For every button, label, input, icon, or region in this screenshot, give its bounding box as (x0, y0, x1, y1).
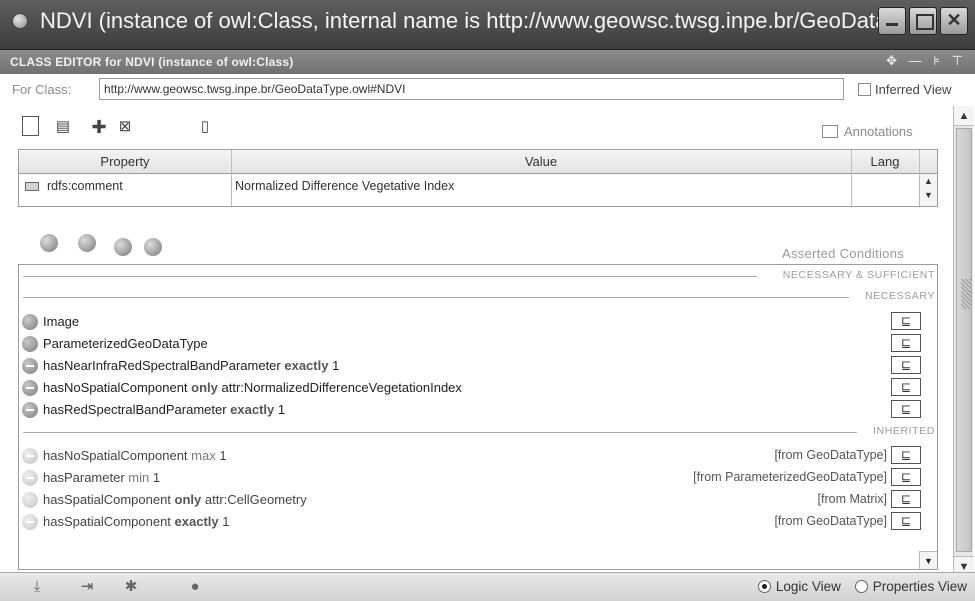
properties-view-option[interactable]: Properties View (854, 579, 967, 594)
inherited-condition-row[interactable]: hasNoSpatialComponent max 1 [from GeoDat… (19, 445, 937, 466)
move-right-icon[interactable]: ⇥ (78, 578, 96, 596)
class-editor-title: CLASS EDITOR for NDVI (instance of owl:C… (10, 55, 294, 69)
annotation-note-icon (822, 125, 838, 138)
close-button[interactable]: ✕ (940, 7, 968, 35)
inherited-from-label: [from Matrix] (817, 492, 887, 506)
restriction-icon (22, 514, 38, 530)
footer-bar: ⤓ ⇥ ✱ ● Logic View Properties View (0, 572, 975, 601)
section-necessary-sufficient[interactable]: NECESSARY & SUFFICIENT (23, 269, 935, 283)
scroll-thumb[interactable] (956, 128, 972, 552)
inherited-from-label: [from ParameterizedGeoDataType] (693, 470, 887, 484)
asserted-conditions-label: Asserted Conditions (782, 246, 905, 261)
restriction-icon (22, 470, 38, 486)
class-icon (22, 336, 38, 352)
inferred-view-checkbox[interactable]: Inferred View (858, 82, 951, 97)
restriction-icon (22, 358, 38, 374)
download-icon[interactable]: ⤓ (28, 578, 46, 596)
section-divider (23, 276, 757, 277)
window-title: NDVI (instance of owl:Class, internal na… (40, 8, 880, 33)
window-titlebar: NDVI (instance of owl:Class, internal na… (0, 0, 975, 50)
property-cell: rdfs:comment (47, 179, 123, 193)
subclass-icon[interactable]: ⊑ (891, 356, 921, 374)
subclass-icon[interactable]: ⊑ (891, 334, 921, 352)
create-expression-icon[interactable] (78, 234, 96, 252)
subclass-icon[interactable]: ⊑ (891, 378, 921, 396)
prettyprint-icon[interactable]: ▯ (194, 116, 216, 138)
remove-class-icon[interactable] (144, 238, 162, 256)
view-selector: Logic View Properties View (757, 579, 967, 594)
subclass-icon[interactable]: ⊑ (891, 400, 921, 418)
restriction-icon (22, 380, 38, 396)
add-named-class-icon[interactable] (114, 238, 132, 256)
section-necessary[interactable]: NECESSARY (23, 290, 935, 304)
subclass-icon[interactable]: ⊑ (891, 312, 921, 330)
inherited-from-label: [from GeoDataType] (774, 514, 887, 528)
table-row[interactable]: rdfs:comment Normalized Difference Veget… (19, 174, 919, 198)
conditions-panel: NECESSARY & SUFFICIENT NECESSARY Image ⊑… (18, 264, 938, 570)
checkbox-icon[interactable] (858, 83, 871, 96)
header-tools-icons[interactable]: ✥ — ⊧ ⊤ (886, 53, 967, 69)
for-class-row: For Class: http://www.geowsc.twsg.inpe.b… (0, 74, 975, 104)
condition-row[interactable]: hasNoSpatialComponent only attr:Normaliz… (19, 377, 937, 398)
create-datatype-annotation-icon[interactable]: ▤ (52, 116, 74, 138)
annotations-label: Annotations (822, 124, 913, 139)
column-header-value[interactable]: Value (231, 154, 851, 169)
info-icon[interactable]: ● (186, 578, 204, 596)
section-divider (23, 297, 849, 298)
value-cell[interactable]: Normalized Difference Vegetative Index (235, 179, 454, 193)
condition-row[interactable]: Image ⊑ (19, 311, 937, 332)
inherited-from-label: [from GeoDataType] (774, 448, 887, 462)
inferred-view-label: Inferred View (875, 82, 952, 97)
restriction-icon (22, 448, 38, 464)
add-annotation-icon[interactable] (22, 116, 39, 136)
condition-row[interactable]: hasNearInfraRedSpectralBandParameter exa… (19, 355, 937, 376)
subclass-icon[interactable]: ⊑ (891, 512, 921, 530)
condition-row[interactable]: ParameterizedGeoDataType ⊑ (19, 333, 937, 354)
logic-view-option[interactable]: Logic View (757, 579, 841, 594)
maximize-button[interactable] (909, 7, 937, 35)
property-icon (25, 182, 39, 191)
section-inherited[interactable]: INHERITED (23, 425, 935, 439)
subclass-icon[interactable]: ⊑ (891, 468, 921, 486)
radio-selected-icon[interactable] (757, 580, 771, 593)
delete-annotation-icon[interactable]: ⊠ (114, 116, 136, 138)
create-restriction-icon[interactable] (40, 234, 58, 252)
inherited-condition-row[interactable]: hasSpatialComponent exactly 1 [from GeoD… (19, 511, 937, 532)
condition-row[interactable]: hasRedSpectralBandParameter exactly 1 ⊑ (19, 399, 937, 420)
property-table: Property Value Lang rdfs:comment Normali… (18, 149, 938, 207)
subclass-icon[interactable]: ⊑ (891, 490, 921, 508)
radio-icon[interactable] (854, 580, 868, 593)
column-header-property[interactable]: Property (19, 154, 231, 169)
main-scrollbar[interactable]: ▲ ▼ (953, 106, 974, 576)
subclass-icon[interactable]: ⊑ (891, 446, 921, 464)
for-class-label: For Class: (12, 82, 72, 97)
add-resource-icon[interactable]: ✚ (88, 116, 110, 138)
minimize-button[interactable] (878, 7, 906, 35)
table-header: Property Value Lang (19, 150, 937, 174)
scroll-up-icon[interactable]: ▲ (954, 106, 974, 126)
app-icon (12, 13, 28, 29)
table-scrollbar[interactable]: ▲ ▼ (919, 174, 937, 206)
inherited-condition-row[interactable]: hasSpatialComponent only attr:CellGeomet… (19, 489, 937, 510)
grip-icon (961, 279, 971, 309)
column-header-lang[interactable]: Lang (851, 154, 919, 169)
bug-icon[interactable]: ✱ (122, 578, 140, 596)
for-class-field[interactable]: http://www.geowsc.twsg.inpe.br/GeoDataTy… (99, 78, 844, 100)
restriction-icon (22, 492, 38, 508)
scroll-down-icon[interactable]: ▼ (919, 551, 937, 569)
class-icon (22, 314, 38, 330)
section-divider (23, 432, 857, 433)
restriction-icon (22, 402, 38, 418)
inherited-condition-row[interactable]: hasParameter min 1 [from ParameterizedGe… (19, 467, 937, 488)
class-editor-header: CLASS EDITOR for NDVI (instance of owl:C… (0, 50, 975, 74)
